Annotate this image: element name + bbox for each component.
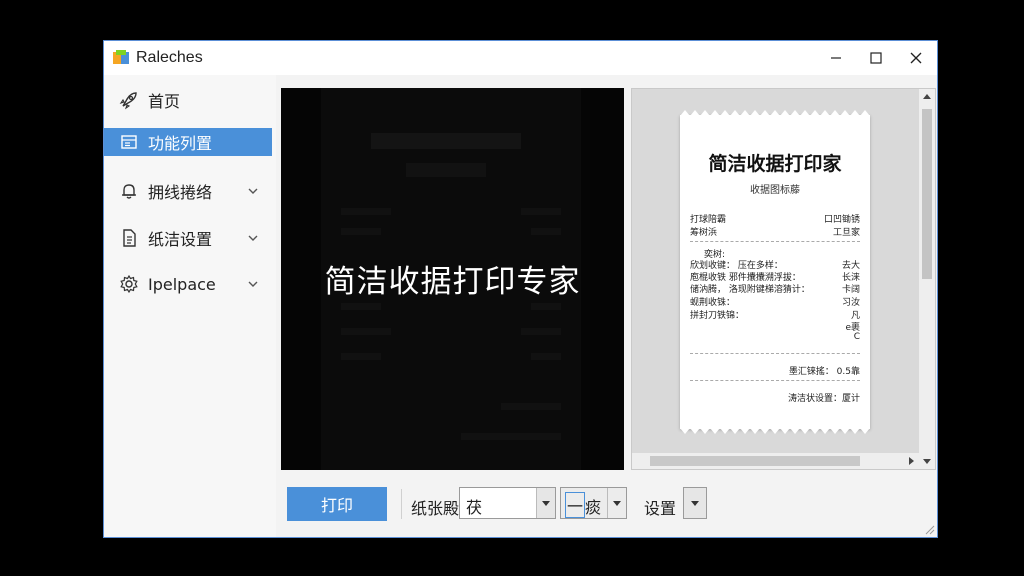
receipt-row: 打球陪霸 口凹锄锈 (690, 215, 860, 225)
receipt-preview-panel[interactable]: 简洁收据打印家 收据图标藤 打球陪霸 口凹锄锈 筹树浜 工旦家 奕树: 欣划收键： … (631, 88, 936, 470)
app-logo-icon (113, 50, 129, 64)
sidebar-item-notifications[interactable]: 拥线捲络 (104, 177, 272, 205)
paper-select[interactable]: 茯 (459, 487, 556, 519)
horizontal-scrollbar[interactable] (632, 453, 919, 469)
chevron-down-icon (691, 501, 699, 506)
chevron-down-icon (542, 501, 550, 506)
dark-preview-panel: 简洁收据打印专家 (281, 88, 624, 470)
minimize-button[interactable] (816, 41, 856, 75)
toolbar-divider (401, 489, 402, 519)
sidebar-item-label: Ipelpace (148, 274, 216, 294)
receipt-row: 涛洁状设置：厦计 (787, 394, 860, 404)
chevron-up-icon (923, 94, 931, 99)
sidebar: 首页 功能列置 拥线捲络 纸洁设置 Ipelpace (104, 75, 276, 537)
receipt-title: 简洁收据打印家 (708, 153, 842, 175)
horizontal-scroll-thumb[interactable] (650, 456, 860, 466)
rocket-icon (118, 89, 140, 111)
gear-icon (118, 273, 140, 295)
sidebar-item-label: 纸洁设置 (148, 230, 213, 249)
settings-label: 设置 (644, 499, 677, 518)
receipt-divider (690, 353, 860, 354)
receipt-row: 蚬荆收铢： 习汝 (690, 298, 860, 308)
receipt-row: 庖棍收铁 邪件攮攮溯浮拔： 长涞 (690, 273, 860, 283)
chevron-down-icon (248, 235, 258, 241)
receipt-edge-top (680, 110, 870, 116)
receipt-divider (690, 380, 860, 381)
receipt-row: 储汭腾， 洛现附键梯溶猜计： 卡阔 (690, 285, 860, 295)
receipt-edge-bottom (680, 428, 870, 434)
paper-label: 纸张殿 (411, 499, 460, 518)
chevron-down-icon (613, 501, 621, 506)
scroll-down-button[interactable] (919, 453, 935, 469)
window-title: Raleches (136, 49, 203, 66)
vertical-scrollbar[interactable] (919, 89, 935, 469)
chevron-down-icon (923, 459, 931, 464)
paper-select-value: 茯 (466, 498, 483, 517)
overlay-title: 简洁收据打印专家 (324, 264, 581, 300)
layout-icon (118, 131, 140, 153)
receipt-row: 墨汇铼搖： 0.5靠 (788, 367, 860, 377)
bell-icon (118, 180, 140, 202)
settings-dropdown[interactable] (683, 487, 707, 519)
scroll-up-button[interactable] (919, 89, 935, 105)
receipt-row: 拼封刀铁锦：凡 (690, 311, 860, 321)
chevron-down-icon (248, 281, 258, 287)
app-window: Raleches 首页 功能列置 拥线捲络 纸洁设置 Ipelpace 简洁收据… (103, 40, 938, 538)
close-button[interactable] (896, 41, 936, 75)
receipt-row: 欣划收键： 压在多样： 去大 (690, 261, 860, 271)
count-select-dropdown[interactable] (607, 488, 626, 518)
count-unit: 痰 (585, 498, 602, 517)
sidebar-item-feature-settings[interactable]: 功能列置 (104, 128, 272, 156)
chevron-down-icon (248, 188, 258, 194)
count-value[interactable]: 一 (565, 492, 586, 518)
paper-select-dropdown[interactable] (536, 488, 555, 518)
title-bar[interactable]: Raleches (104, 41, 937, 75)
close-icon (910, 52, 922, 64)
receipt-row: e裹 (845, 323, 860, 333)
sidebar-item-label: 首页 (148, 92, 181, 111)
receipt-paper: 简洁收据打印家 收据图标藤 打球陪霸 口凹锄锈 筹树浜 工旦家 奕树: 欣划收键： … (680, 110, 870, 434)
receipt-row: C (853, 332, 860, 342)
print-button[interactable]: 打印 (287, 487, 387, 521)
minimize-icon (831, 57, 841, 59)
chevron-right-icon (909, 457, 914, 465)
resize-grip-icon[interactable] (923, 523, 935, 535)
scroll-right-button[interactable] (903, 453, 919, 469)
bottom-toolbar: 打印 纸张殿 茯 一 痰 设置 (281, 481, 936, 525)
receipt-subtitle: 收据图标藤 (750, 185, 800, 196)
sidebar-item-paper-settings[interactable]: 纸洁设置 (104, 224, 272, 252)
vertical-scroll-thumb[interactable] (922, 109, 932, 279)
count-select[interactable]: 一 痰 (560, 487, 627, 519)
maximize-icon (870, 52, 882, 64)
sidebar-item-label: 拥线捲络 (148, 183, 213, 202)
maximize-button[interactable] (856, 41, 896, 75)
sidebar-item-home[interactable]: 首页 (104, 86, 272, 114)
document-icon (118, 227, 140, 249)
sidebar-item-preferences[interactable]: Ipelpace (104, 270, 272, 298)
receipt-divider (690, 241, 860, 242)
receipt-row: 筹树浜 工旦家 (690, 228, 860, 238)
sidebar-item-label: 功能列置 (148, 134, 213, 153)
settings-dropdown-button[interactable] (684, 488, 706, 518)
